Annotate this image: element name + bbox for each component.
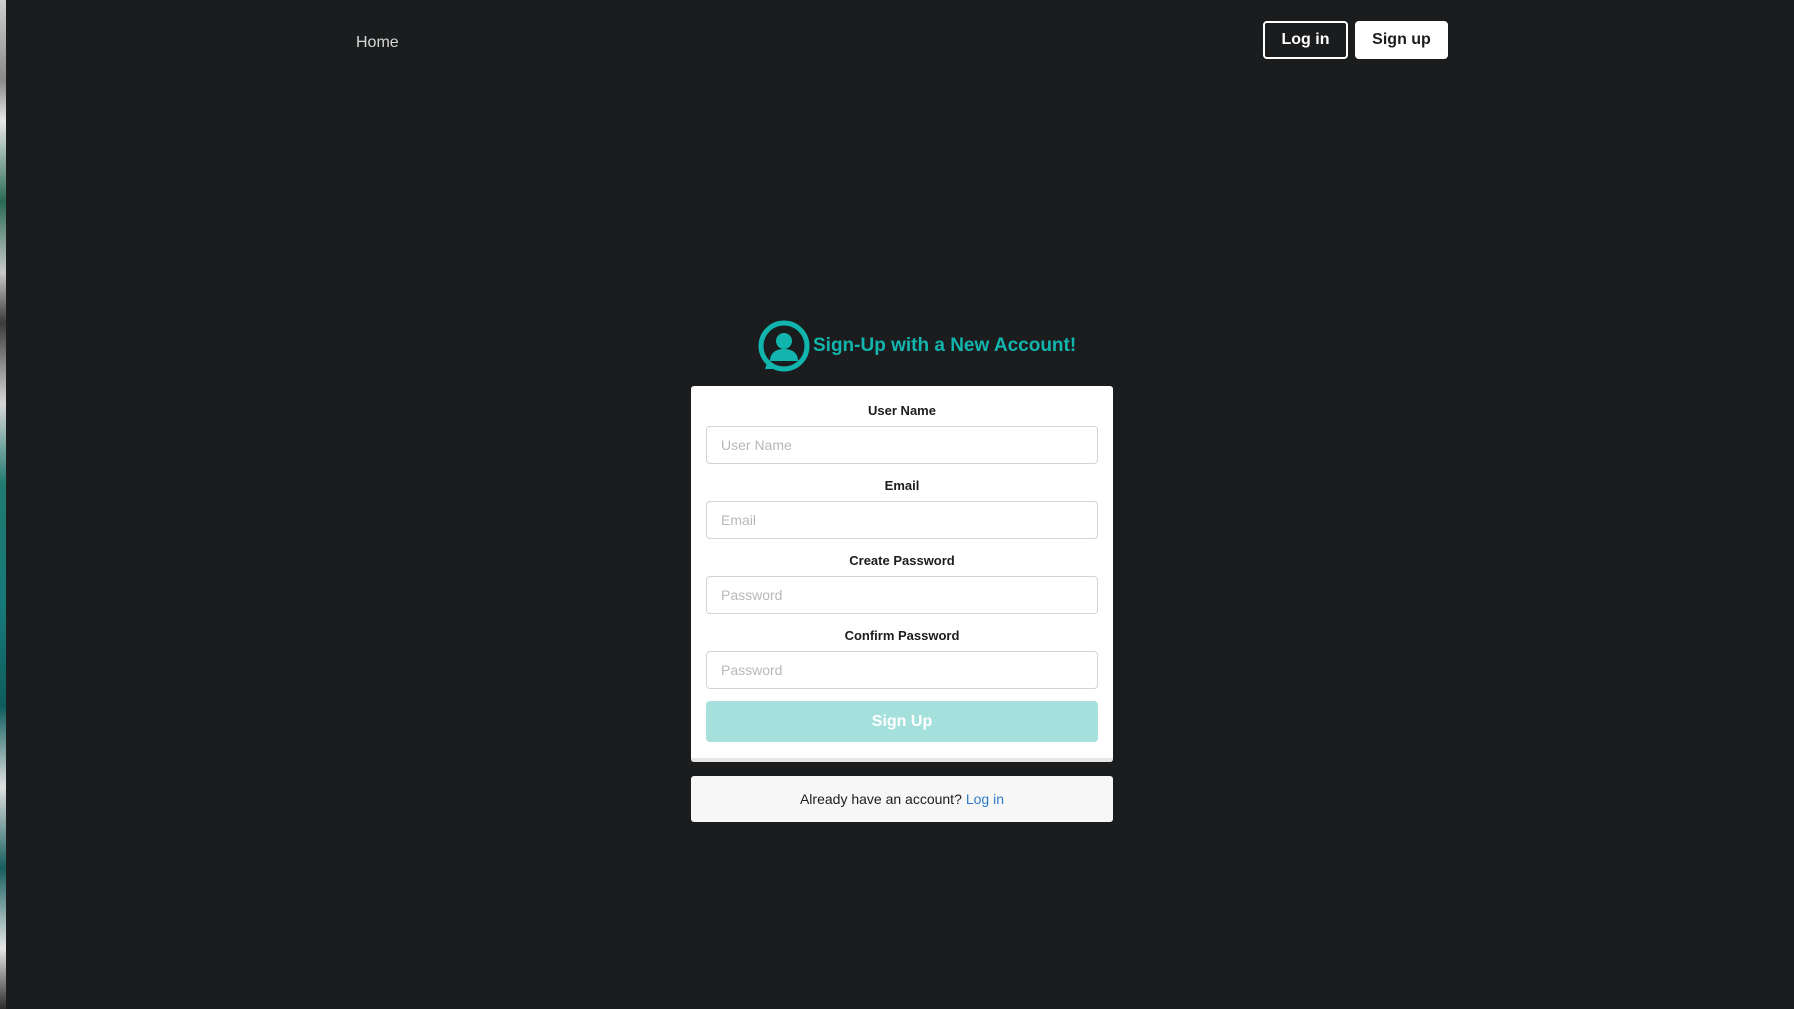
confirm-password-input[interactable] — [706, 651, 1098, 689]
login-link[interactable]: Log in — [966, 791, 1004, 807]
signup-form: User Name Email Create Password Confirm … — [691, 386, 1113, 762]
login-message: Already have an account? Log in — [691, 776, 1113, 822]
email-input[interactable] — [706, 501, 1098, 539]
card-divider — [691, 758, 1113, 762]
page: Home Log in Sign up Sign-Up with a New A… — [0, 0, 1794, 1009]
create-password-label: Create Password — [849, 553, 955, 568]
username-label: User Name — [868, 403, 936, 418]
page-heading: Sign-Up with a New Account! — [757, 318, 1076, 374]
email-label: Email — [884, 478, 920, 493]
nav-home-link[interactable]: Home — [356, 34, 399, 52]
confirm-password-label: Confirm Password — [844, 628, 960, 643]
create-password-input[interactable] — [706, 576, 1098, 614]
username-input[interactable] — [706, 426, 1098, 464]
top-menu: Home Log in Sign up — [0, 0, 1794, 80]
login-button[interactable]: Log in — [1263, 21, 1348, 59]
login-message-text: Already have an account? — [799, 791, 962, 807]
signup-submit-button[interactable]: Sign Up — [706, 701, 1098, 742]
page-title: Sign-Up with a New Account! — [813, 335, 1077, 356]
background-image-edge — [0, 0, 6, 1009]
signup-button[interactable]: Sign up — [1355, 21, 1448, 59]
user-circle-icon — [758, 320, 810, 372]
